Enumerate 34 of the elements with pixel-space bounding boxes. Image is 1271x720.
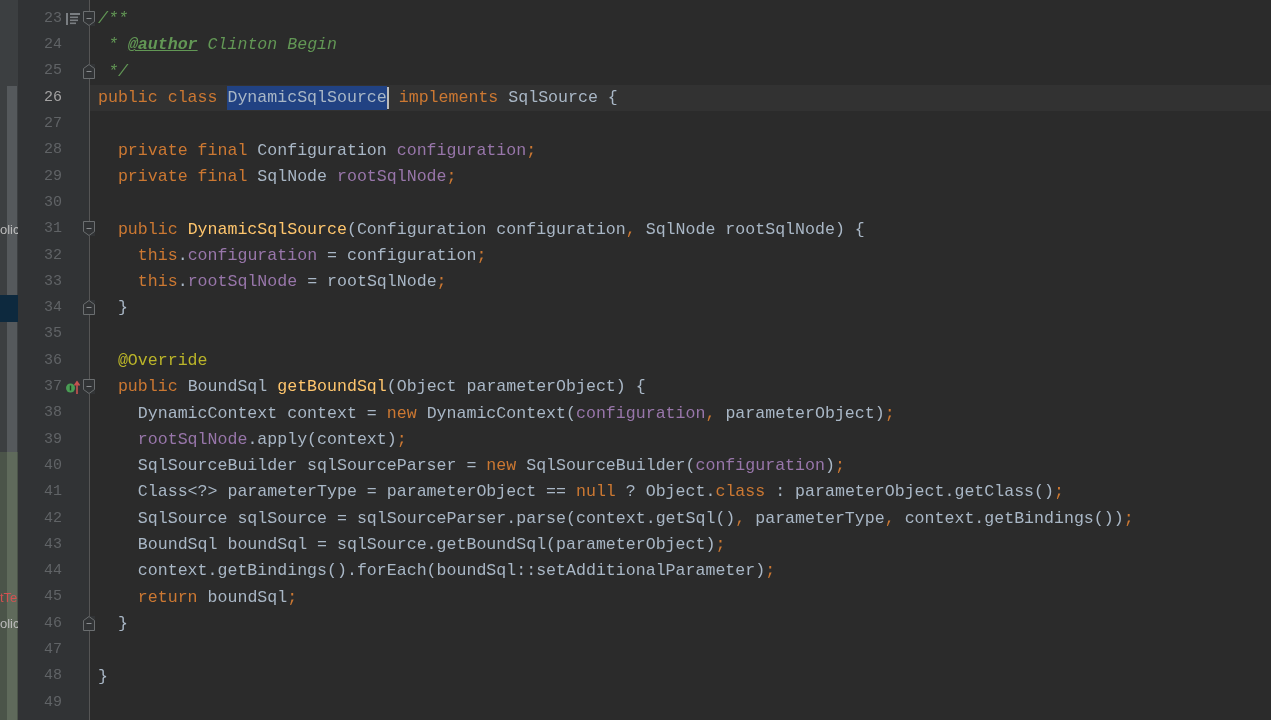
code-line: private final SqlNode rootSqlNode;	[116, 165, 457, 188]
code-line: private final Configuration configuration;	[116, 139, 537, 162]
line-number: 26	[43, 87, 62, 108]
code-line: public DynamicSqlSource(Configuration configuration, SqlNode rootSqlNode) {	[116, 218, 865, 241]
fold-marker-icon[interactable]	[83, 221, 95, 237]
code-line: }	[116, 612, 128, 635]
code-text: implements	[397, 87, 500, 110]
code-line: DynamicContext context = new DynamicContext(configuration, parameterObject);	[136, 402, 895, 425]
code-line: * @author Clinton Begin	[106, 34, 337, 57]
code-line: SqlSource sqlSource = sqlSourceParser.parse(context.getSql(), parameterType, context.getBindings());	[136, 507, 1134, 530]
code-line: */	[106, 60, 128, 83]
fold-marker-icon[interactable]	[83, 63, 95, 79]
list-icon[interactable]	[66, 13, 80, 26]
code-line: context.getBindings().forEach(boundSql::setAdditionalParameter);	[136, 560, 776, 583]
code-line: @Override	[116, 350, 208, 372]
code-text: public class	[98, 87, 219, 110]
code-line: }	[98, 665, 108, 688]
code-text: SqlSource {	[508, 87, 618, 110]
code-line: }	[116, 297, 128, 320]
code-line: /**	[98, 8, 128, 31]
selected-text: DynamicSqlSource	[227, 86, 387, 111]
code-line: Class<?> parameterType = parameterObject == null ? Object.class : parameterObject.getClass();	[136, 481, 1064, 504]
code-line: return boundSql;	[136, 586, 298, 609]
code-line: public BoundSql getBoundSql(Object parameterObject) {	[116, 376, 646, 399]
code-line: rootSqlNode.apply(context);	[136, 428, 407, 451]
code-line: this.configuration = configuration;	[136, 244, 487, 267]
code-line: this.rootSqlNode = rootSqlNode;	[136, 271, 447, 294]
fold-marker-icon[interactable]	[83, 615, 95, 631]
fold-marker-icon[interactable]	[83, 300, 95, 316]
fold-marker-icon[interactable]	[83, 11, 95, 26]
fold-marker-icon[interactable]	[83, 379, 95, 395]
code-line: BoundSql boundSql = sqlSource.getBoundSql(parameterObject);	[136, 534, 726, 557]
override-marker-icon[interactable]	[65, 380, 81, 395]
code-line: SqlSourceBuilder sqlSourceParser = new SqlSourceBuilder(configuration);	[136, 455, 845, 478]
